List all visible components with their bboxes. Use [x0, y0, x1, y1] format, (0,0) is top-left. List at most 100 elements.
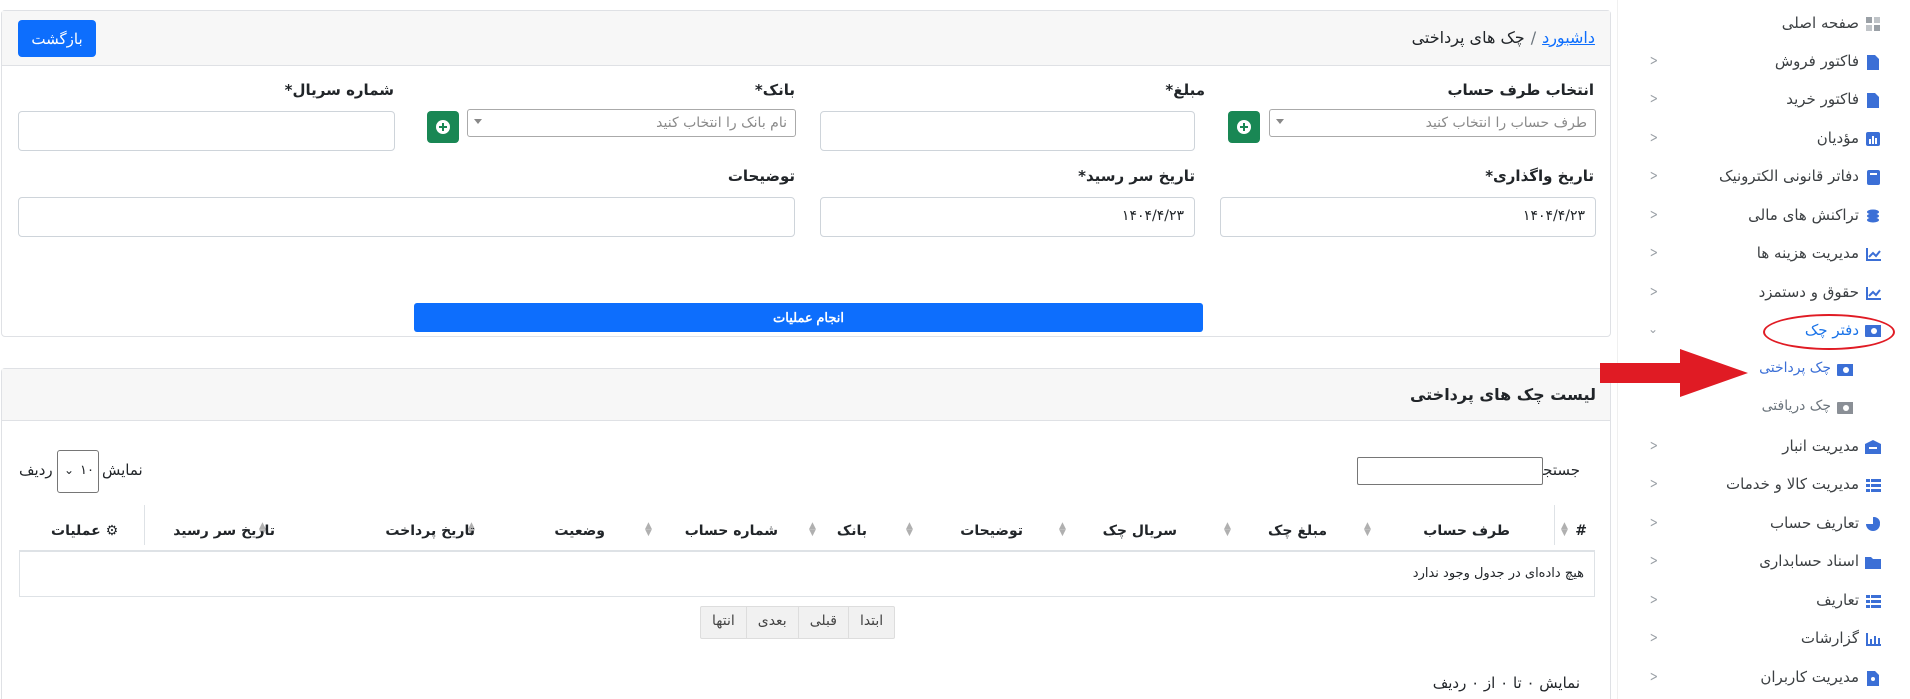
sidebar-item-definitions[interactable]: تعاریف <: [1618, 583, 1910, 619]
chevron-left-icon: <: [1649, 284, 1658, 300]
col-description[interactable]: توضیحات: [960, 523, 1023, 539]
coins-icon: [1865, 208, 1881, 224]
search-input[interactable]: [1357, 457, 1543, 485]
list-header: لیست چک های پرداختی: [2, 369, 1610, 421]
col-payment-date[interactable]: تاریخ پرداخت: [385, 523, 475, 539]
bank-placeholder: نام بانک را انتخاب کنید: [656, 115, 787, 131]
rows-label: ردیف: [19, 461, 53, 479]
breadcrumb-link-dashboard[interactable]: داشبورد: [1542, 28, 1595, 47]
sort-icon: ▲ ▼: [1059, 521, 1066, 538]
chevron-left-icon: <: [1649, 476, 1658, 492]
list-icon: [1865, 593, 1881, 609]
folder-icon: [1865, 554, 1881, 570]
breadcrumb: داشبورد / چک های پرداختی: [1412, 28, 1595, 47]
sort-icon: ▲ ▼: [645, 521, 652, 538]
dropdown-arrow-icon: [474, 119, 482, 124]
bank-select[interactable]: نام بانک را انتخاب کنید: [467, 109, 796, 137]
cheque-form-card: بازگشت داشبورد / چک های پرداختی انتخاب طرف…: [1, 10, 1611, 337]
table-info: نمایش ۰ تا ۰ از ۰ ردیف: [1432, 674, 1580, 692]
sidebar-item-e-ledgers[interactable]: دفاتر قانونی الکترونیک <: [1618, 159, 1910, 195]
sidebar-item-label: مدیریت انبار: [1782, 437, 1859, 455]
book-icon: [1865, 169, 1881, 185]
money-icon: [1837, 362, 1853, 378]
list-icon: [1865, 477, 1881, 493]
col-status[interactable]: وضعیت: [554, 523, 605, 539]
serial-label: شماره سریال*: [284, 81, 394, 99]
sidebar-item-reports[interactable]: گزارشات <: [1618, 621, 1910, 657]
account-placeholder: طرف حساب را انتخاب کنید: [1425, 115, 1587, 131]
pager-next[interactable]: بعدی: [745, 607, 798, 638]
description-input[interactable]: [18, 197, 795, 237]
due-date-input[interactable]: ۱۴۰۴/۴/۲۳: [820, 197, 1195, 237]
sidebar-item-transactions[interactable]: تراکنش های مالی <: [1618, 198, 1910, 234]
col-account-number[interactable]: شماره حساب: [685, 523, 778, 539]
sidebar-item-label: فاکتور فروش: [1774, 52, 1859, 70]
bank-label: بانک*: [754, 81, 795, 99]
bar-chart-icon: [1865, 631, 1881, 647]
serial-input[interactable]: [18, 111, 395, 151]
chevron-left-icon: <: [1649, 592, 1658, 608]
account-select[interactable]: طرف حساب را انتخاب کنید: [1269, 109, 1596, 137]
chevron-left-icon: <: [1649, 553, 1658, 569]
chevron-down-icon: ⌄: [64, 463, 75, 477]
table-header: # ▲ ▼ طرف حساب ▲ ▼ مبلغ چک ▲ ▼ سریال چک ▲ ▼ …: [19, 505, 1595, 552]
sidebar-item-expenses[interactable]: مدیریت هزینه ها <: [1618, 236, 1910, 272]
line-chart-icon: [1865, 246, 1881, 262]
column-divider: [144, 505, 145, 545]
col-account[interactable]: طرف حساب: [1423, 523, 1510, 539]
sidebar-item-label: اسناد حسابداری: [1759, 552, 1859, 570]
col-due-date[interactable]: تاریخ سر رسید: [173, 523, 275, 539]
col-index[interactable]: #: [1575, 523, 1587, 539]
assign-date-input[interactable]: ۱۴۰۴/۴/۲۳: [1220, 197, 1596, 237]
pager-first[interactable]: ابتدا: [847, 607, 894, 638]
add-bank-button[interactable]: [427, 111, 459, 143]
col-actions: ⚙ عملیات: [51, 523, 118, 539]
sort-icon: ▲ ▼: [906, 521, 913, 538]
sidebar-item-products[interactable]: مدیریت کالا و خدمات <: [1618, 467, 1910, 503]
chevron-left-icon: <: [1649, 130, 1658, 146]
pie-icon: [1865, 516, 1881, 532]
list-title: لیست چک های پرداختی: [1409, 385, 1596, 404]
add-account-button[interactable]: [1228, 111, 1260, 143]
back-button[interactable]: بازگشت: [18, 20, 96, 57]
chevron-left-icon: <: [1649, 245, 1658, 261]
sidebar-item-label: دفاتر قانونی الکترونیک: [1719, 167, 1859, 185]
sidebar-item-purchase-invoice[interactable]: فاکتور خرید <: [1618, 82, 1910, 118]
plus-circle-icon: [436, 120, 450, 134]
page-length-select[interactable]: ۱۰ ⌄: [57, 450, 99, 493]
sidebar-item-taxpayers[interactable]: مؤدیان <: [1618, 121, 1910, 157]
sort-icon: ▲ ▼: [1561, 521, 1568, 538]
line-chart-icon: [1865, 285, 1881, 301]
user-file-icon: [1865, 670, 1881, 686]
col-actions-label: عملیات: [51, 523, 101, 539]
cheque-list-card: لیست چک های پرداختی جستجو: نمایش ۱۰ ⌄ رد…: [1, 368, 1611, 699]
submit-button[interactable]: انجام عملیات: [414, 303, 1203, 332]
sidebar-item-warehouse[interactable]: مدیریت انبار <: [1618, 429, 1910, 465]
amount-label: مبلغ*: [1165, 81, 1205, 99]
sidebar-item-accounting-docs[interactable]: اسناد حسابداری <: [1618, 544, 1910, 580]
sidebar-item-home[interactable]: صفحه اصلی: [1618, 6, 1910, 42]
assign-date-label: تاریخ واگذاری*: [1485, 167, 1594, 185]
table-row: هیچ داده‌ای در جدول وجود ندارد: [19, 552, 1595, 597]
amount-input[interactable]: [820, 111, 1195, 151]
pager-previous[interactable]: قبلی: [797, 607, 848, 638]
breadcrumb-separator: /: [1530, 28, 1537, 47]
pager-last[interactable]: انتها: [701, 607, 746, 638]
account-label: انتخاب طرف حساب: [1447, 81, 1594, 99]
sidebar-item-account-definitions[interactable]: تعاریف حساب <: [1618, 506, 1910, 542]
assign-date-value: ۱۴۰۴/۴/۲۳: [1522, 208, 1585, 224]
col-bank[interactable]: بانک: [837, 523, 867, 539]
sort-icon: ▲ ▼: [1364, 521, 1371, 538]
chevron-left-icon: <: [1649, 91, 1658, 107]
col-serial[interactable]: سریال چک: [1103, 523, 1177, 539]
sidebar-item-label: چک دریافتی: [1761, 398, 1831, 414]
chevron-left-icon: <: [1649, 207, 1658, 223]
empty-table-message: هیچ داده‌ای در جدول وجود ندارد: [1412, 566, 1584, 581]
dashboard-icon: [1865, 16, 1881, 32]
sidebar-item-label: تعاریف حساب: [1769, 514, 1859, 532]
sidebar-item-users[interactable]: مدیریت کاربران <: [1618, 660, 1910, 696]
sidebar-item-payroll[interactable]: حقوق و دستمزد <: [1618, 275, 1910, 311]
sidebar-item-sales-invoice[interactable]: فاکتور فروش <: [1618, 44, 1910, 80]
col-amount[interactable]: مبلغ چک: [1268, 523, 1327, 539]
sidebar-item-label: تعاریف: [1816, 591, 1859, 609]
